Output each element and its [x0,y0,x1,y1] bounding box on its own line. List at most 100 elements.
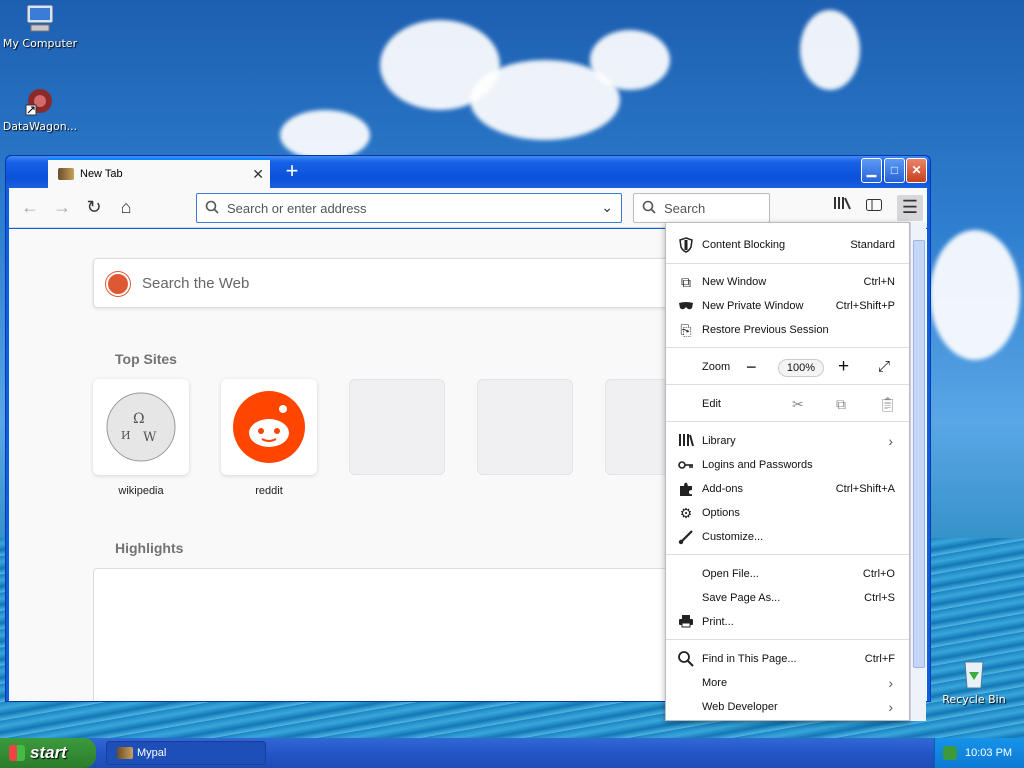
library-icon [678,433,694,449]
gear-icon: ⚙ [679,505,693,521]
menu-item-label: Library [702,435,736,447]
menu-item-more[interactable]: More › [666,671,909,695]
menu-item-content-blocking[interactable]: Content Blocking Standard [666,233,909,257]
menu-item-label: Find in This Page... [702,653,797,665]
menu-item-customize[interactable]: Customize... [666,525,909,549]
menu-item-library[interactable]: Library › [666,429,909,453]
highlights-title: Highlights [115,540,184,556]
menu-item-web-developer[interactable]: Web Developer › [666,695,909,719]
menu-shortcut: Ctrl+F [864,653,895,665]
web-search-box[interactable]: Search the Web [93,258,713,308]
menu-item-print[interactable]: Print... [666,610,909,634]
menu-separator [666,639,909,640]
taskbar-item-label: Mypal [137,747,167,759]
menu-item-restore-session[interactable]: ⎘ Restore Previous Session [666,318,909,342]
back-button[interactable]: ← [17,195,43,221]
reload-button[interactable]: ↻ [81,195,107,221]
menu-item-options[interactable]: ⚙ Options [666,501,909,525]
menu-item-save-page[interactable]: Save Page As... Ctrl+S [666,586,909,610]
maximize-button[interactable]: □ [884,158,905,183]
start-button[interactable]: start [0,738,96,768]
top-sites-title: Top Sites [115,351,177,367]
desktop-icon-datawagon[interactable]: DataWagon... [0,85,80,133]
top-site-wikipedia[interactable]: ΩWИ [93,379,189,475]
library-icon[interactable] [829,195,855,221]
hamburger-menu-icon[interactable]: ☰ [897,195,923,221]
menu-item-label: Zoom [702,361,731,373]
menu-separator [666,347,909,348]
menu-item-label: Open File... [702,568,759,580]
taskbar-item-mypal[interactable]: Mypal [106,741,266,765]
menu-item-label: Print... [702,616,734,628]
favicon-icon [58,168,74,180]
menu-item-label: New Window [702,276,767,288]
restore-session-icon: ⎘ [680,322,692,338]
menu-item-label: Edit [702,398,721,410]
forward-button[interactable]: → [49,195,75,221]
menu-item-edit: Edit ✂ ⧉ 📋︎ [666,392,909,416]
close-tab-icon[interactable]: ✕ [252,166,264,183]
desktop-icon-recycle-bin[interactable]: Recycle Bin [934,658,1014,706]
zoom-reset-button[interactable]: 100% [778,359,824,377]
top-site-reddit[interactable] [221,379,317,475]
menu-item-logins[interactable]: Logins and Passwords [666,453,909,477]
chevron-right-icon: › [888,699,893,715]
menu-item-label: Customize... [702,531,764,543]
top-site-empty[interactable] [349,379,445,475]
chevron-down-icon[interactable]: ⌄ [601,199,613,216]
svg-text:W: W [143,430,157,445]
menu-item-label: Restore Previous Session [702,324,829,336]
system-tray: 10:03 PM [934,738,1024,768]
menu-shortcut: Ctrl+O [862,568,895,580]
start-label: start [30,743,67,762]
cut-icon[interactable]: ✂ [792,396,804,413]
app-menu: Content Blocking Standard ⧉ New Window C… [665,222,910,721]
search-bar[interactable]: Search [633,193,770,223]
home-button[interactable]: ⌂ [113,195,139,221]
new-window-icon: ⧉ [681,274,691,290]
app-icon [117,747,133,759]
desktop-icon-my-computer[interactable]: My Computer [0,2,80,50]
zoom-in-icon[interactable]: + [838,356,849,378]
close-window-button[interactable]: ✕ [906,158,927,183]
new-tab-button[interactable]: + [278,158,306,186]
menu-separator [666,421,909,422]
copy-icon[interactable]: ⧉ [836,396,846,413]
svg-text:И: И [121,429,131,442]
search-icon [678,651,694,667]
reddit-icon [233,391,305,463]
minimize-button[interactable]: ▁ [861,158,882,183]
menu-item-find[interactable]: Find in This Page... Ctrl+F [666,647,909,671]
cloud [930,230,1020,360]
scrollbar-thumb[interactable] [913,240,925,668]
paste-icon[interactable]: 📋︎ [879,396,897,413]
tab-new-tab[interactable]: New Tab ✕ [48,158,270,188]
recycle-bin-icon [957,658,991,690]
svg-text:Ω: Ω [133,411,145,427]
desktop-icon-label: My Computer [2,37,78,50]
menu-item-addons[interactable]: Add-ons Ctrl+Shift+A [666,477,909,501]
desktop-icon-label: DataWagon... [2,120,78,133]
menu-item-label: Save Page As... [702,592,781,604]
search-icon [642,200,656,217]
chevron-right-icon: › [888,433,893,449]
menu-item-label: New Private Window [702,300,804,312]
zoom-out-icon[interactable]: − [746,357,757,378]
printer-icon [678,614,694,630]
fullscreen-icon[interactable]: ⤢ [878,358,890,375]
menu-item-new-private-window[interactable]: New Private Window Ctrl+Shift+P [666,294,909,318]
clock: 10:03 PM [965,747,1013,759]
url-bar[interactable]: Search or enter address ⌄ [196,193,622,223]
page-scrollbar[interactable] [910,222,926,721]
menu-item-zoom: Zoom − 100% + ⤢ [666,355,909,379]
menu-item-new-window[interactable]: ⧉ New Window Ctrl+N [666,270,909,294]
menu-shortcut: Ctrl+N [863,276,895,288]
app-shortcut-icon [23,85,57,117]
network-icon[interactable] [943,746,957,760]
search-placeholder: Search [664,200,706,216]
top-site-label: wikipedia [118,485,164,497]
menu-item-open-file[interactable]: Open File... Ctrl+O [666,562,909,586]
top-site-empty[interactable] [477,379,573,475]
menu-item-label: Add-ons [702,483,743,495]
sidebar-icon[interactable] [861,195,887,221]
